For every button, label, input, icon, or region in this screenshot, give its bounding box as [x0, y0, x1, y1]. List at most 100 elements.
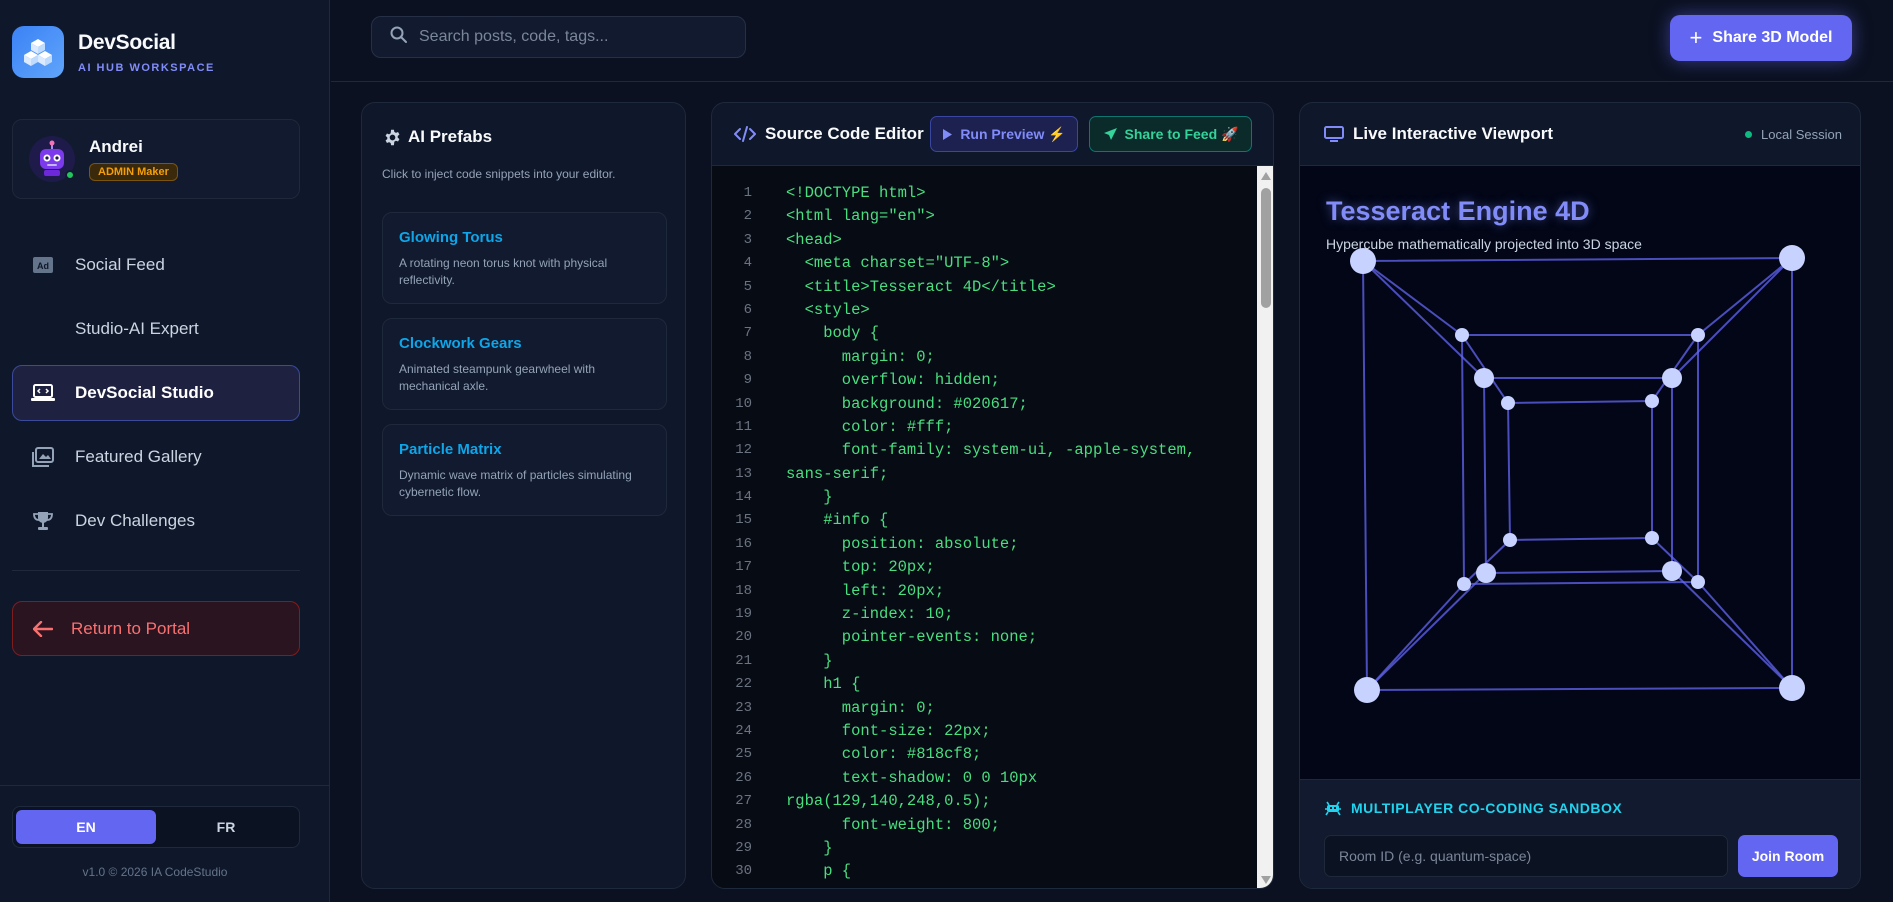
viewport-header: Live Interactive Viewport Local Session	[1300, 103, 1860, 166]
lang-en-button[interactable]: EN	[16, 810, 156, 844]
scroll-thumb[interactable]	[1261, 188, 1271, 308]
code-line: margin: 0;	[786, 347, 935, 366]
line-number: 14	[735, 489, 752, 506]
line-number: 4	[743, 255, 752, 272]
line-number: 6	[743, 301, 752, 318]
engine-title: Tesseract Engine 4D	[1326, 196, 1590, 226]
code-line: rgba(129,140,248,0.5);	[786, 792, 991, 811]
sidebar-item-social-feed[interactable]: Ad Social Feed	[12, 237, 300, 293]
divider	[12, 570, 300, 571]
search-icon	[390, 26, 407, 48]
sidebar: DevSocial AI HUB WORKSPACE Andrei ADMIN …	[0, 0, 330, 902]
prefab-card-clockwork-gears[interactable]: Clockwork Gears Animated steampunk gearw…	[382, 318, 667, 410]
lang-fr-button[interactable]: FR	[156, 810, 296, 844]
brand[interactable]: DevSocial AI HUB WORKSPACE	[12, 26, 215, 78]
code-line: color: #fff;	[786, 417, 954, 436]
multiplayer-sandbox: MULTIPLAYER CO-CODING SANDBOX Join Room	[1300, 779, 1860, 888]
sidebar-item-devsocial-studio[interactable]: DevSocial Studio	[12, 365, 300, 421]
panel-title: Live Interactive Viewport	[1353, 124, 1553, 143]
line-number: 9	[743, 372, 752, 389]
online-status-dot	[65, 170, 75, 180]
line-number: 24	[735, 722, 752, 739]
sidebar-item-dev-challenges[interactable]: Dev Challenges	[12, 493, 300, 549]
code-line: <title>Tesseract 4D</title>	[786, 277, 1056, 296]
sidebar-item-label: Social Feed	[75, 255, 165, 274]
code-line: top: 20px;	[786, 558, 935, 577]
line-number: 20	[735, 629, 752, 646]
code-line: p {	[786, 862, 852, 881]
line-number: 16	[735, 535, 752, 552]
sidebar-item-featured-gallery[interactable]: Featured Gallery	[12, 429, 300, 485]
code-editor[interactable]: 1 2 3 4 5 6 7 8 9 10 11 12 13 14 15 16 17 18 19 20 21 22 23 24 2…	[712, 166, 1273, 888]
ai-prefabs-panel: AI Prefabs Click to inject code snippets…	[361, 102, 686, 889]
code-line: pointer-events: none;	[786, 628, 1038, 647]
code-text[interactable]: <!DOCTYPE html> <html lang="en"> <head> <m…	[786, 182, 1216, 888]
line-number: 5	[743, 278, 752, 295]
sidebar-item-label: Studio-AI Expert	[75, 319, 199, 338]
prefab-card-particle-matrix[interactable]: Particle Matrix Dynamic wave matrix of p…	[382, 424, 667, 516]
search-input[interactable]	[419, 28, 739, 46]
code-line: <meta charset="UTF-8">	[786, 254, 1010, 273]
paper-plane-icon	[1103, 127, 1118, 141]
version-text: v1.0 © 2026 IA CodeStudio	[82, 865, 228, 879]
code-line: h1 {	[786, 675, 861, 694]
engine-subtitle: Hypercube mathematically projected into …	[1326, 236, 1642, 252]
code-line: text-shadow: 0 0 10px	[786, 768, 1038, 787]
sidebar-nav: Ad Social Feed Studio-AI Expert DevSocia…	[12, 237, 300, 557]
run-preview-button[interactable]: Run Preview ⚡	[930, 116, 1078, 152]
alien-icon	[1324, 801, 1342, 816]
language-switcher: EN FR	[12, 806, 300, 848]
editor-scrollbar[interactable]	[1257, 166, 1273, 888]
line-number-gutter: 1 2 3 4 5 6 7 8 9 10 11 12 13 14 15 16 17 18 19 20 21 22 23 24 2…	[712, 182, 752, 888]
viewport-canvas[interactable]: Tesseract Engine 4D Hypercube mathematic…	[1300, 166, 1861, 779]
code-line: font-size: 22px;	[786, 721, 991, 740]
line-number: 31	[712, 884, 752, 888]
source-code-editor-panel: Source Code Editor Run Preview ⚡ Share t…	[711, 102, 1274, 889]
code-line: }	[786, 651, 833, 670]
line-number: 25	[735, 746, 752, 763]
return-to-portal-button[interactable]: Return to Portal	[12, 601, 300, 656]
session-label: Local Session	[1761, 127, 1842, 142]
brand-subtitle: AI HUB WORKSPACE	[78, 61, 215, 74]
share-label: Share 3D Model	[1712, 29, 1833, 46]
trophy-icon	[31, 509, 55, 533]
join-room-button[interactable]: Join Room	[1738, 835, 1838, 877]
line-number: 15	[735, 512, 752, 529]
images-icon	[31, 445, 55, 469]
code-line: left: 20px;	[786, 581, 945, 600]
arrow-left-icon	[33, 620, 53, 637]
sidebar-item-studio-ai-expert[interactable]: Studio-AI Expert	[12, 301, 300, 357]
room-id-input[interactable]	[1324, 835, 1728, 877]
scroll-down-icon[interactable]	[1261, 876, 1271, 884]
prefab-card-glowing-torus[interactable]: Glowing Torus A rotating neon torus knot…	[382, 212, 667, 304]
search-box[interactable]	[371, 16, 746, 58]
scroll-up-icon[interactable]	[1261, 172, 1271, 180]
line-number: 21	[735, 652, 752, 669]
sidebar-item-label: Dev Challenges	[75, 511, 196, 530]
share-3d-model-button[interactable]: + Share 3D Model	[1670, 15, 1852, 61]
code-icon	[734, 126, 756, 142]
line-number: 30	[735, 863, 752, 880]
line-number: 23	[735, 699, 752, 716]
share-to-feed-button[interactable]: Share to Feed 🚀	[1089, 116, 1252, 152]
session-status-dot	[1745, 131, 1753, 138]
line-number: 17	[735, 559, 752, 576]
code-line: sans-serif;	[786, 464, 889, 483]
panel-title: Source Code Editor	[765, 124, 924, 143]
plus-icon: +	[1689, 25, 1703, 50]
line-number: 11	[735, 418, 752, 435]
gear-icon	[384, 129, 401, 146]
code-line: }	[786, 488, 833, 507]
line-number: 26	[735, 769, 752, 786]
user-card[interactable]: Andrei ADMIN Maker	[12, 119, 300, 199]
tesseract-render[interactable]	[1300, 166, 1861, 779]
line-number: 18	[735, 582, 752, 599]
run-label: Run Preview ⚡	[960, 125, 1066, 142]
svg-text:Ad: Ad	[37, 261, 49, 271]
panel-title: AI Prefabs	[408, 127, 493, 146]
avatar	[29, 136, 75, 182]
multiplayer-title: MULTIPLAYER CO-CODING SANDBOX	[1351, 800, 1623, 816]
monitor-icon	[1324, 125, 1344, 143]
divider	[0, 785, 330, 786]
